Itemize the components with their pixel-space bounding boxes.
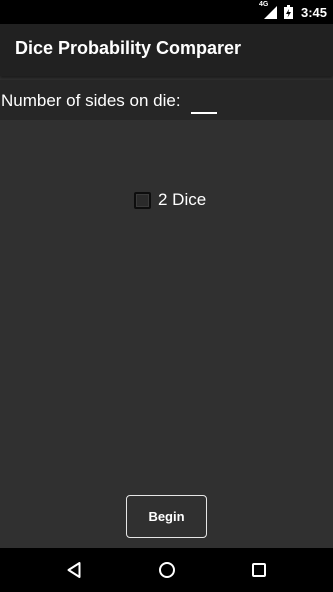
- status-icons: 4G 3:45: [258, 0, 327, 24]
- recents-icon: [252, 563, 266, 577]
- sides-label: Number of sides on die:: [1, 91, 181, 110]
- navigation-bar: [0, 548, 333, 592]
- back-icon: [67, 562, 81, 578]
- sides-input[interactable]: [191, 88, 217, 114]
- status-clock: 3:45: [300, 4, 327, 20]
- recents-button[interactable]: [229, 548, 289, 592]
- two-dice-label[interactable]: 2 Dice: [158, 190, 206, 210]
- network-type-label: 4G: [258, 1, 269, 8]
- action-bar: Dice Probability Comparer: [0, 24, 333, 76]
- signal-icon: 4G: [258, 1, 278, 20]
- sides-row: Number of sides on die:: [0, 80, 333, 120]
- checkbox-box[interactable]: [134, 191, 151, 209]
- home-button[interactable]: [137, 548, 197, 592]
- home-icon: [159, 562, 175, 578]
- status-bar: 4G 3:45: [0, 0, 333, 24]
- battery-icon: [283, 5, 293, 19]
- app-title: Dice Probability Comparer: [15, 38, 242, 58]
- back-button[interactable]: [44, 548, 104, 592]
- begin-button[interactable]: Begin: [126, 495, 207, 538]
- two-dice-checkbox[interactable]: 2 Dice: [134, 190, 206, 210]
